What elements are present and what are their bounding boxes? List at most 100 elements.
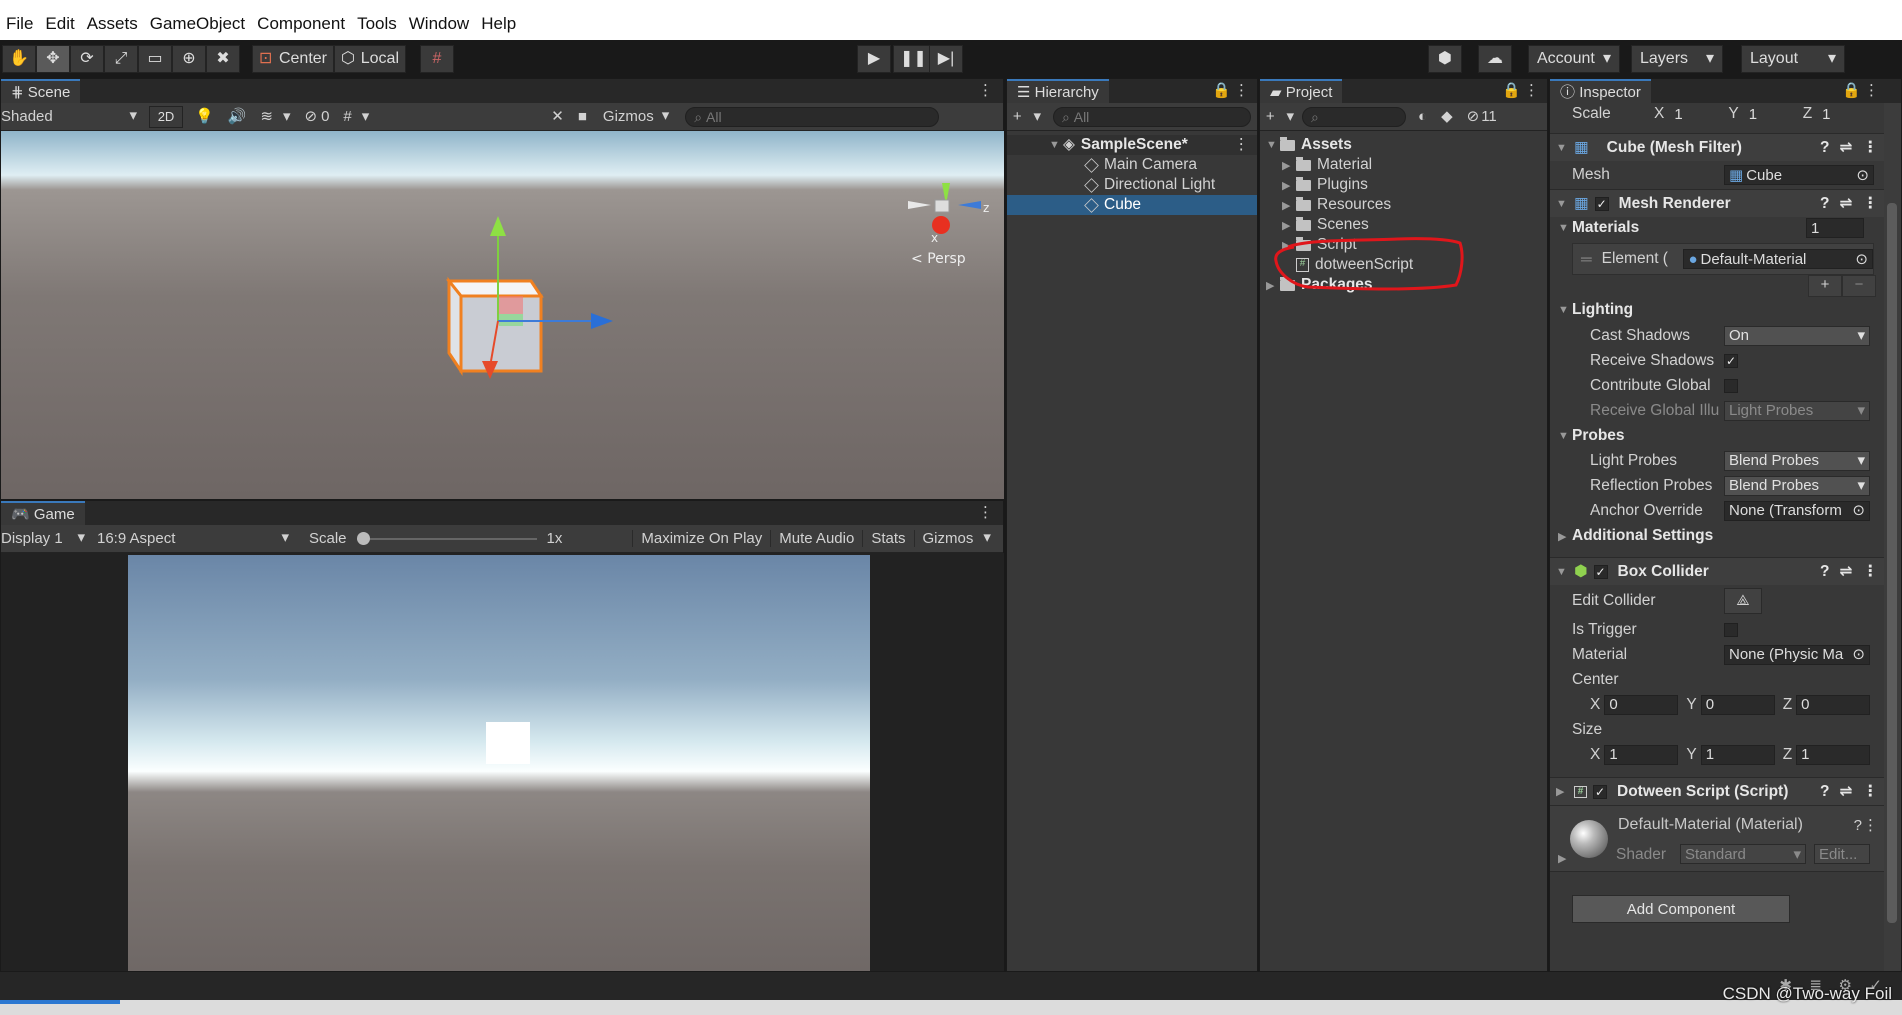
effects-icon[interactable]: ≋ bbox=[260, 109, 273, 124]
lock-icon[interactable]: 🔒 bbox=[1212, 83, 1231, 98]
cloud-button[interactable]: ☁ bbox=[1478, 45, 1512, 73]
orientation-gizmo[interactable] bbox=[908, 183, 981, 234]
chevron-down-icon[interactable]: ▾ bbox=[283, 109, 291, 124]
object-picker-icon[interactable]: ⊙ bbox=[1852, 503, 1865, 518]
inspector-scrollbar-thumb[interactable] bbox=[1887, 203, 1897, 923]
audio-icon[interactable]: 🔊 bbox=[228, 109, 247, 124]
more-icon[interactable]: ⋮ bbox=[1863, 784, 1879, 800]
center-y-field[interactable]: 0 bbox=[1700, 694, 1775, 715]
account-dropdown[interactable]: Account ▾ bbox=[1528, 45, 1620, 73]
menu-assets[interactable]: Assets bbox=[81, 14, 144, 34]
project-folder-scenes[interactable]: ▶ Scenes bbox=[1260, 215, 1547, 235]
lock-icon[interactable]: 🔒 bbox=[1842, 83, 1861, 98]
maximize-on-play-button[interactable]: Maximize On Play bbox=[632, 530, 770, 547]
cast-shadows-dropdown[interactable]: On ▾ bbox=[1724, 325, 1870, 346]
menu-file[interactable]: File bbox=[0, 14, 39, 34]
step-button[interactable]: ▶| bbox=[929, 45, 963, 73]
mesh-renderer-enabled-checkbox[interactable]: ✓ bbox=[1594, 196, 1609, 211]
pivot-center-button[interactable]: ⊡ Center bbox=[252, 45, 334, 73]
collab-button[interactable]: ⬢ bbox=[1428, 45, 1462, 73]
materials-row[interactable]: ▼ Materials 1 bbox=[1550, 217, 1884, 239]
project-folder-resources[interactable]: ▶ Resources bbox=[1260, 195, 1547, 215]
rotate-tool-button[interactable]: ⟳ bbox=[70, 45, 104, 73]
scale-slider-handle[interactable] bbox=[356, 531, 370, 545]
lighting-icon[interactable]: 💡 bbox=[195, 109, 214, 124]
tab-inspector[interactable]: ⓘ Inspector bbox=[1550, 79, 1651, 103]
menu-tools[interactable]: Tools bbox=[351, 14, 403, 34]
contribute-gi-checkbox[interactable] bbox=[1724, 378, 1738, 393]
scene-search-input[interactable]: ⌕ All bbox=[685, 106, 940, 127]
expand-arrow-icon[interactable]: ▶ bbox=[1558, 852, 1572, 865]
stats-button[interactable]: Stats bbox=[862, 530, 913, 547]
more-icon[interactable]: ⋮ bbox=[1864, 83, 1879, 98]
object-picker-icon[interactable]: ⊙ bbox=[1855, 252, 1868, 267]
center-x-field[interactable]: 0 bbox=[1604, 694, 1679, 715]
box-collider-header[interactable]: ▼ ⬢ ✓ Box Collider? ⇌ ⋮ bbox=[1550, 557, 1884, 585]
remove-material-button[interactable]: − bbox=[1842, 275, 1876, 297]
move-tool-button[interactable]: ✥ bbox=[36, 45, 70, 73]
hierarchy-search-input[interactable]: ⌕ All bbox=[1053, 106, 1251, 127]
game-gizmos-dropdown[interactable]: Gizmos ▾ bbox=[913, 530, 999, 547]
scene-viewport[interactable]: x z < Persp bbox=[1, 131, 1004, 499]
scale-x-field[interactable]: 1 bbox=[1670, 104, 1720, 124]
mesh-filter-header[interactable]: ▼ ▦ Cube (Mesh Filter)? ⇌ ⋮ bbox=[1550, 133, 1884, 161]
layers-dropdown[interactable]: Layers ▾ bbox=[1631, 45, 1723, 73]
object-picker-icon[interactable]: ⊙ bbox=[1852, 647, 1865, 662]
more-icon[interactable]: ⋮ bbox=[978, 83, 993, 98]
play-button[interactable]: ▶ bbox=[857, 45, 891, 73]
more-icon[interactable]: ⋮ bbox=[978, 505, 993, 520]
hierarchy-item-main-camera[interactable]: Main Camera bbox=[1007, 155, 1257, 175]
snap-button[interactable]: # bbox=[420, 45, 454, 73]
drag-handle-icon[interactable]: ═ bbox=[1581, 251, 1592, 268]
receive-shadows-checkbox[interactable]: ✓ bbox=[1724, 353, 1738, 368]
preset-icon[interactable]: ⇌ bbox=[1840, 784, 1853, 800]
help-icon[interactable]: ? bbox=[1820, 196, 1829, 212]
project-search-input[interactable]: ⌕ bbox=[1302, 106, 1406, 127]
pivot-local-button[interactable]: ⬡ Local bbox=[334, 45, 406, 73]
center-z-field[interactable]: 0 bbox=[1796, 694, 1871, 715]
reflection-probes-dropdown[interactable]: Blend Probes ▾ bbox=[1724, 475, 1870, 496]
rect-tool-button[interactable]: ▭ bbox=[138, 45, 172, 73]
lock-icon[interactable]: 🔒 bbox=[1502, 83, 1521, 98]
collider-material-field[interactable]: None (Physic Ma ⊙ bbox=[1724, 644, 1870, 665]
hidden-objects-icon[interactable]: ⊘ bbox=[304, 109, 317, 124]
shader-dropdown[interactable]: Standard ▾ bbox=[1680, 844, 1806, 864]
materials-count-field[interactable]: 1 bbox=[1806, 218, 1864, 238]
scale-tool-button[interactable]: ⤢ bbox=[104, 45, 138, 73]
menu-window[interactable]: Window bbox=[403, 14, 475, 34]
mute-audio-button[interactable]: Mute Audio bbox=[770, 530, 862, 547]
hierarchy-item-directional-light[interactable]: Directional Light bbox=[1007, 175, 1257, 195]
edit-collider-button[interactable]: ⟁ bbox=[1724, 588, 1762, 614]
element-material-field[interactable]: ● Default-Material ⊙ bbox=[1683, 249, 1873, 269]
scene-gizmos-dropdown[interactable]: Gizmos ▾ bbox=[603, 108, 669, 125]
dotween-script-header[interactable]: ▶ # ✓ Dotween Script (Script)? ⇌ ⋮ bbox=[1550, 777, 1884, 805]
project-folder-material[interactable]: ▶ Material bbox=[1260, 155, 1547, 175]
additional-settings-foldout[interactable]: ▶ Additional Settings bbox=[1550, 523, 1884, 549]
tab-game[interactable]: 🎮 Game bbox=[1, 501, 85, 525]
assets-root[interactable]: ▼ Assets bbox=[1260, 135, 1547, 155]
hand-tool-button[interactable]: ✋ bbox=[2, 45, 36, 73]
custom-tool-button[interactable]: ✖ bbox=[206, 45, 240, 73]
scale-z-field[interactable]: 1 bbox=[1818, 104, 1868, 124]
menu-gameobject[interactable]: GameObject bbox=[144, 14, 251, 34]
transform-tool-button[interactable]: ⊕ bbox=[172, 45, 206, 73]
is-trigger-checkbox[interactable] bbox=[1724, 622, 1738, 637]
camera-icon[interactable]: ■ bbox=[578, 109, 587, 124]
tools-icon[interactable]: ✕ bbox=[551, 109, 564, 124]
scale-y-field[interactable]: 1 bbox=[1745, 104, 1795, 124]
help-icon[interactable]: ? bbox=[1854, 818, 1862, 833]
scene-row[interactable]: ▼ ◈ SampleScene* ⋮ bbox=[1007, 135, 1257, 155]
tab-project[interactable]: ▰ Project bbox=[1260, 79, 1343, 103]
shader-edit-button[interactable]: Edit... bbox=[1814, 844, 1870, 864]
more-icon[interactable]: ⋮ bbox=[1234, 137, 1250, 153]
chevron-down-icon[interactable]: ▾ bbox=[362, 109, 370, 124]
menu-help[interactable]: Help bbox=[475, 14, 522, 34]
inspector-scrollbar[interactable] bbox=[1884, 103, 1901, 971]
menu-component[interactable]: Component bbox=[251, 14, 351, 34]
more-icon[interactable]: ⋮ bbox=[1863, 140, 1879, 156]
mesh-renderer-header[interactable]: ▼ ▦ ✓ Mesh Renderer? ⇌ ⋮ bbox=[1550, 189, 1884, 217]
dotween-script-enabled-checkbox[interactable]: ✓ bbox=[1593, 784, 1607, 799]
lighting-foldout[interactable]: ▼ Lighting bbox=[1550, 297, 1884, 323]
help-icon[interactable]: ? bbox=[1820, 564, 1829, 580]
filter-type-icon[interactable]: ◐ bbox=[1418, 109, 1427, 124]
